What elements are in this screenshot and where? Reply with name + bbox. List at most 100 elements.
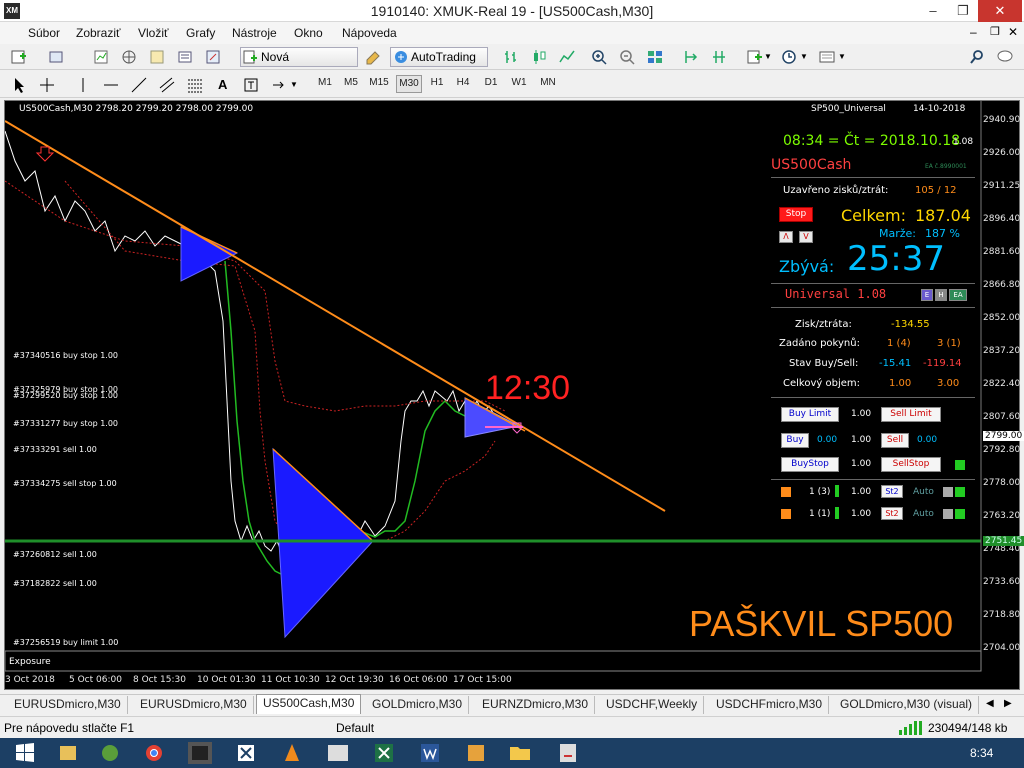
menu-nastroje[interactable]: Nástroje	[232, 26, 277, 40]
autoscroll-icon[interactable]	[682, 48, 700, 66]
folder-icon[interactable]	[500, 740, 540, 766]
row2-toggle[interactable]	[781, 509, 791, 519]
app-icon-grid[interactable]	[456, 740, 496, 766]
vertical-line-icon[interactable]	[74, 76, 92, 94]
metaeditor-icon[interactable]	[364, 48, 382, 66]
text-label-icon[interactable]	[242, 76, 260, 94]
tile-windows-icon[interactable]	[646, 48, 664, 66]
profiles-icon[interactable]	[48, 48, 66, 66]
zoom-in-icon[interactable]	[590, 48, 608, 66]
timeframe-h1[interactable]: H1	[426, 75, 448, 93]
fibonacci-icon[interactable]	[186, 76, 204, 94]
timeframe-mn[interactable]: MN	[536, 75, 560, 93]
windows-explorer-icon[interactable]	[48, 740, 88, 766]
ea-badge[interactable]: EA	[949, 289, 967, 301]
terminal-icon[interactable]	[176, 48, 194, 66]
stop-button[interactable]: Stop	[779, 207, 813, 222]
vlc-icon[interactable]	[272, 740, 312, 766]
text-tool-icon[interactable]: A	[218, 77, 227, 92]
templates-icon[interactable]	[818, 48, 836, 66]
excel-icon[interactable]	[364, 740, 404, 766]
timeframe-m15[interactable]: M15	[366, 75, 392, 93]
tab-scroll-right-icon[interactable]: ▶	[1004, 698, 1012, 709]
menu-napoveda[interactable]: Nápoveda	[342, 26, 397, 40]
a-button[interactable]: Λ	[779, 231, 793, 243]
crosshair-icon[interactable]	[38, 76, 56, 94]
equidistant-channel-icon[interactable]	[158, 76, 176, 94]
timeframe-h4[interactable]: H4	[452, 75, 474, 93]
menu-grafy[interactable]: Grafy	[186, 26, 215, 40]
chat-icon[interactable]	[996, 48, 1014, 66]
chart-shift-icon[interactable]	[710, 48, 728, 66]
e-badge[interactable]: E	[921, 289, 933, 301]
buy-limit-button[interactable]: Buy Limit	[781, 407, 839, 422]
tab-scroll-left-icon[interactable]: ◀	[986, 698, 994, 709]
line-chart-icon[interactable]	[558, 48, 576, 66]
periods-icon[interactable]	[780, 48, 798, 66]
tab-eurnzdmicro-m30[interactable]: EURNZDmicro,M30	[476, 696, 596, 714]
xm-terminal-icon[interactable]	[180, 740, 220, 766]
row1-minus-icon[interactable]	[943, 487, 953, 497]
restore-button[interactable]: ❐	[948, 0, 978, 22]
h-badge[interactable]: H	[935, 289, 947, 301]
app-icon-x[interactable]	[226, 740, 266, 766]
child-minimize-button[interactable]: –	[970, 25, 977, 39]
exposure-label[interactable]: Exposure	[9, 657, 51, 667]
tab-usdchfmicro-m30[interactable]: USDCHFmicro,M30	[710, 696, 830, 714]
row1-st2-button[interactable]: St2	[881, 485, 903, 498]
tab-goldmicro-m30[interactable]: GOLDmicro,M30	[366, 696, 470, 714]
menu-subor[interactable]: Súbor	[28, 26, 60, 40]
templates-dropdown-arrow-icon[interactable]: ▼	[838, 52, 846, 61]
search-icon[interactable]	[968, 48, 986, 66]
bar-chart-icon[interactable]	[502, 48, 520, 66]
arrows-icon[interactable]	[270, 76, 288, 94]
horizontal-line-icon[interactable]	[102, 76, 120, 94]
app-icon-arrows[interactable]	[318, 740, 358, 766]
start-button-icon[interactable]	[4, 740, 44, 766]
sellstop-button[interactable]: SellStop	[881, 457, 941, 472]
menu-zobrazit[interactable]: Zobraziť	[76, 26, 121, 40]
tab-usdchf-weekly[interactable]: USDCHF,Weekly	[600, 696, 705, 714]
timeframe-m5[interactable]: M5	[340, 75, 362, 93]
child-close-button[interactable]: ✕	[1008, 25, 1018, 39]
tab-us500cash-m30[interactable]: US500Cash,M30	[256, 694, 362, 714]
word-icon[interactable]	[410, 740, 450, 766]
buystop-button[interactable]: BuyStop	[781, 457, 839, 472]
strategy-tester-icon[interactable]	[204, 48, 222, 66]
menu-vlozit[interactable]: Vložiť	[138, 26, 169, 40]
menu-okno[interactable]: Okno	[294, 26, 323, 40]
indicators-icon[interactable]	[746, 48, 764, 66]
candlestick-icon[interactable]	[530, 48, 548, 66]
navigator-icon[interactable]	[148, 48, 166, 66]
row2-st2-button[interactable]: St2	[881, 507, 903, 520]
close-button[interactable]: ✕	[978, 0, 1022, 22]
v-button[interactable]: V	[799, 231, 813, 243]
timeframe-d1[interactable]: D1	[480, 75, 502, 93]
xbox-icon[interactable]	[90, 740, 130, 766]
tab-eurusdmicro-m30[interactable]: EURUSDmicro,M30	[8, 696, 128, 714]
row2-minus-icon[interactable]	[943, 509, 953, 519]
buy-button[interactable]: Buy	[781, 433, 809, 448]
arrows-dropdown-arrow-icon[interactable]: ▼	[290, 80, 298, 89]
chart-window[interactable]: US500Cash,M30 2798.20 2799.20 2798.00 27…	[4, 100, 1024, 690]
periods-dropdown-arrow-icon[interactable]: ▼	[800, 52, 808, 61]
new-chart-icon[interactable]	[10, 48, 28, 66]
timeframe-m30[interactable]: M30	[396, 75, 422, 93]
tab-eurusdmicro-m30-2[interactable]: EURUSDmicro,M30	[134, 696, 254, 714]
cursor-icon[interactable]	[10, 76, 28, 94]
indicators-dropdown-arrow-icon[interactable]: ▼	[764, 52, 772, 61]
zoom-out-icon[interactable]	[618, 48, 636, 66]
sell-button[interactable]: Sell	[881, 433, 909, 448]
child-restore-button[interactable]: ❐	[990, 25, 1000, 38]
row1-toggle[interactable]	[781, 487, 791, 497]
chrome-icon[interactable]	[134, 740, 174, 766]
java-icon[interactable]	[548, 740, 588, 766]
data-window-icon[interactable]	[120, 48, 138, 66]
minimize-button[interactable]: –	[918, 0, 948, 22]
market-watch-icon[interactable]	[92, 48, 110, 66]
tab-goldmicro-m30-visual[interactable]: GOLDmicro,M30 (visual)	[834, 696, 980, 714]
sell-limit-button[interactable]: Sell Limit	[881, 407, 941, 422]
timeframe-w1[interactable]: W1	[508, 75, 530, 93]
trendline-icon[interactable]	[130, 76, 148, 94]
timeframe-m1[interactable]: M1	[314, 75, 336, 93]
